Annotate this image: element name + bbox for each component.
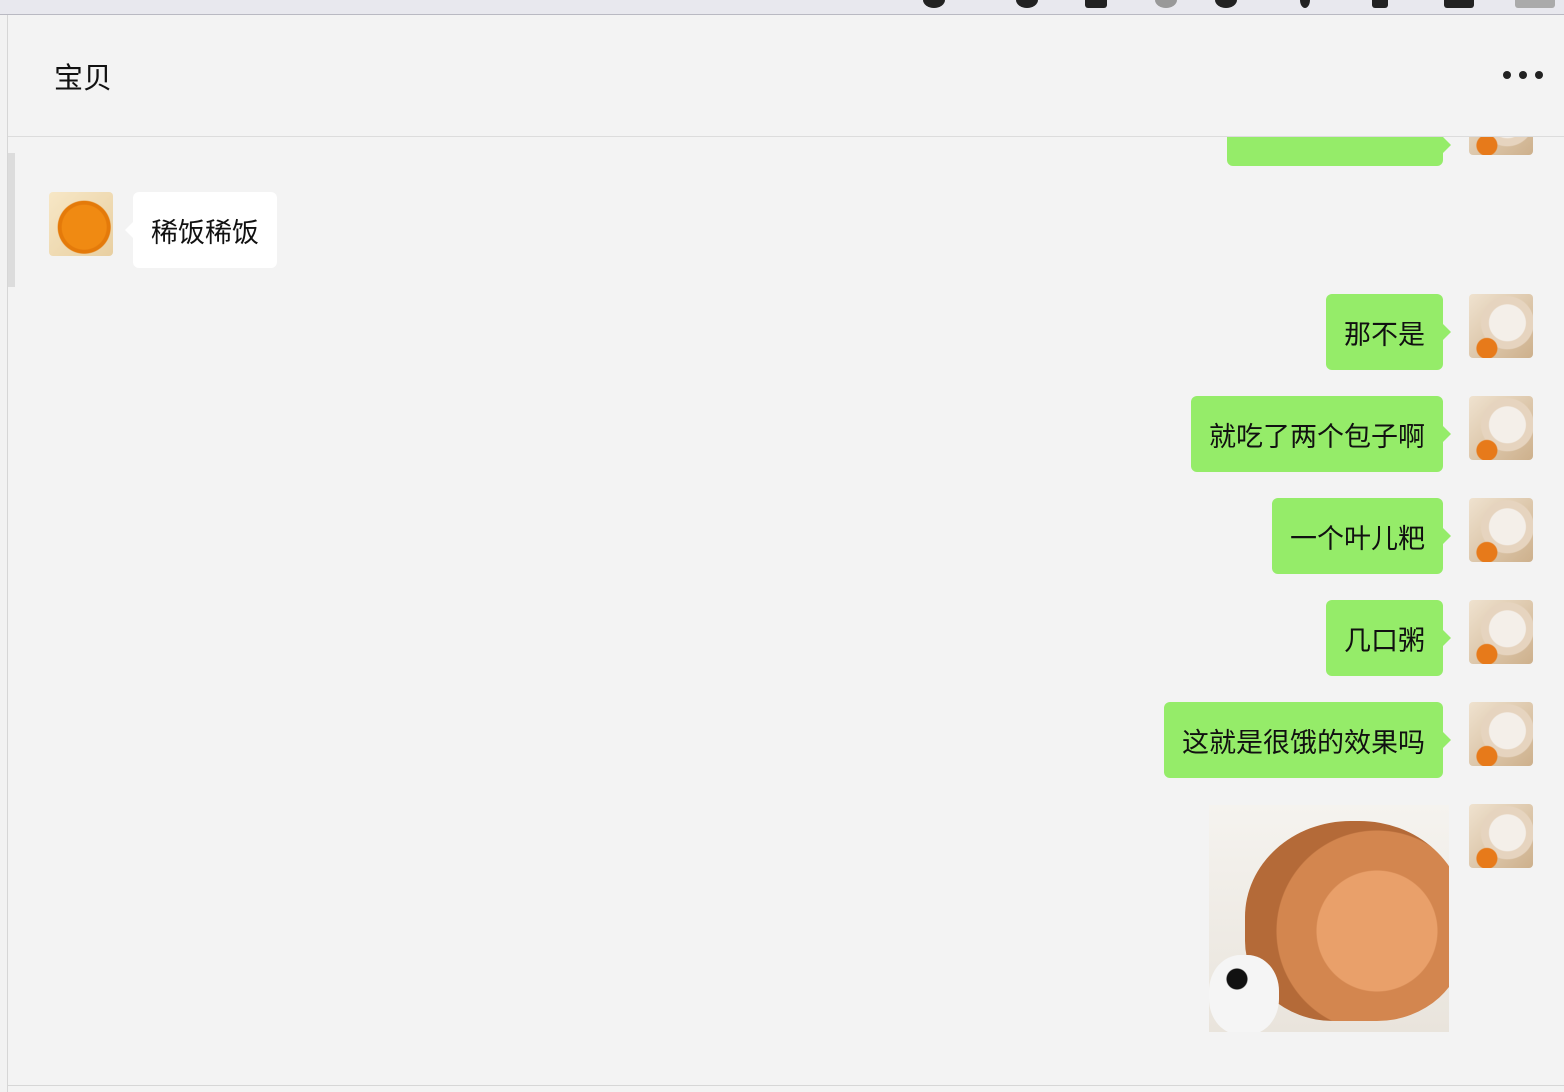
menubar-status-icon[interactable] [1515,0,1555,8]
message-bubble-outgoing[interactable]: 一个叶儿粑 [1272,498,1451,574]
menubar-status-icon[interactable] [1085,0,1107,8]
menubar-status-icon[interactable] [1300,0,1310,8]
my-avatar[interactable] [1469,804,1533,868]
panda-toy-icon [1209,955,1279,1032]
chat-window: 宝贝 稀饭稀饭 那不是 就吃了两个包子啊 一个叶儿粑 几口粥 这就是很饿的效果吗 [7,15,1564,1092]
message-bubble-outgoing[interactable]: 几口粥 [1326,600,1451,676]
system-menubar [0,0,1564,15]
menubar-status-icon[interactable] [1372,0,1388,8]
message-bubble-incoming[interactable]: 稀饭稀饭 [125,192,277,268]
my-avatar[interactable] [1469,600,1533,664]
more-button[interactable] [1503,65,1543,85]
my-avatar[interactable] [1469,294,1533,358]
chat-header: 宝贝 [8,15,1564,137]
message-bubble-outgoing[interactable] [1227,137,1451,166]
chat-title: 宝贝 [54,61,113,95]
more-horizontal-icon [1503,71,1511,79]
my-avatar[interactable] [1469,702,1533,766]
contact-avatar[interactable] [49,192,113,256]
my-avatar[interactable] [1469,137,1533,155]
message-bubble-outgoing[interactable]: 那不是 [1326,294,1451,370]
menubar-status-icon[interactable] [1215,0,1237,8]
message-bubble-outgoing[interactable]: 这就是很饿的效果吗 [1164,702,1451,778]
message-list[interactable]: 稀饭稀饭 那不是 就吃了两个包子啊 一个叶儿粑 几口粥 这就是很饿的效果吗 [8,137,1564,1092]
menubar-status-icon[interactable] [923,0,945,8]
menubar-status-icon[interactable] [1444,0,1474,8]
my-avatar[interactable] [1469,396,1533,460]
sticker-image[interactable] [1209,805,1449,1032]
my-avatar[interactable] [1469,498,1533,562]
menubar-status-icon[interactable] [1016,0,1038,8]
input-divider [8,1085,1564,1086]
menubar-status-icon[interactable] [1155,0,1177,8]
message-bubble-outgoing[interactable]: 就吃了两个包子啊 [1191,396,1451,472]
